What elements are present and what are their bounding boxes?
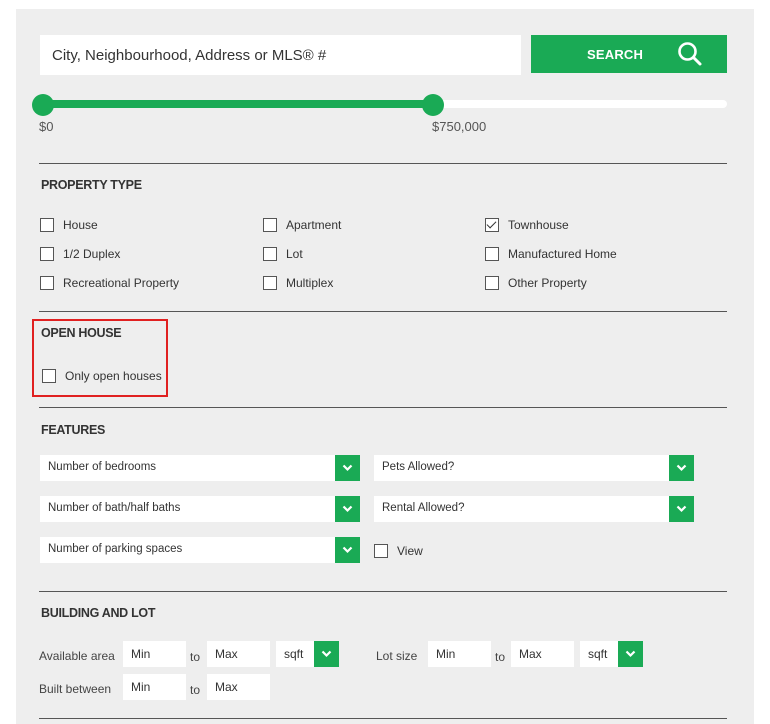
property-type-duplex[interactable]: 1/2 Duplex: [40, 247, 120, 261]
checkbox-label: Apartment: [286, 218, 342, 232]
property-type-recreational[interactable]: Recreational Property: [40, 276, 179, 290]
select-value: Number of bedrooms: [48, 461, 157, 473]
chevron-down-icon[interactable]: [335, 455, 360, 481]
chevron-down-icon[interactable]: [335, 537, 360, 563]
divider: [39, 407, 727, 408]
available-area-min-input[interactable]: [123, 641, 186, 667]
checkbox-label: 1/2 Duplex: [63, 247, 121, 261]
property-type-other[interactable]: Other Property: [485, 276, 587, 290]
checkbox[interactable]: [485, 276, 499, 290]
to-label: to: [190, 650, 201, 664]
divider: [39, 163, 727, 164]
checkbox[interactable]: [485, 218, 499, 232]
checkbox[interactable]: [263, 218, 277, 232]
property-type-townhouse[interactable]: Townhouse: [485, 218, 569, 232]
chevron-down-icon[interactable]: [669, 496, 694, 522]
checkbox[interactable]: [263, 247, 277, 261]
checkbox[interactable]: [374, 544, 388, 558]
property-type-multiplex[interactable]: Multiplex: [263, 276, 333, 290]
checkbox-label: Other Property: [508, 276, 587, 290]
chevron-down-icon[interactable]: [618, 641, 643, 667]
checkbox[interactable]: [485, 247, 499, 261]
checkbox-label: View: [397, 544, 423, 558]
built-between-min-input[interactable]: [123, 674, 186, 700]
checkbox[interactable]: [263, 276, 277, 290]
select-value: Pets Allowed?: [382, 461, 455, 473]
available-area-max-input[interactable]: [207, 641, 270, 667]
to-label: to: [495, 650, 506, 664]
building-and-lot-title: BUILDING AND LOT: [41, 606, 156, 620]
divider: [39, 311, 727, 312]
search-input[interactable]: [40, 35, 521, 75]
checkbox[interactable]: [40, 247, 54, 261]
checkbox-label: House: [63, 218, 98, 232]
price-slider-fill: [43, 100, 433, 108]
checkbox[interactable]: [40, 218, 54, 232]
built-between-max-input[interactable]: [207, 674, 270, 700]
select-value: Rental Allowed?: [382, 502, 465, 514]
chevron-down-icon[interactable]: [314, 641, 339, 667]
open-house-only-option[interactable]: Only open houses: [42, 369, 162, 383]
property-type-lot[interactable]: Lot: [263, 247, 303, 261]
price-max-label: $750,000: [432, 119, 487, 134]
chevron-down-icon[interactable]: [335, 496, 360, 522]
parking-select[interactable]: Number of parking spaces: [40, 537, 360, 563]
checkbox[interactable]: [40, 276, 54, 290]
divider: [39, 718, 727, 719]
unit-value: sqft: [284, 647, 304, 661]
unit-value: sqft: [588, 647, 608, 661]
select-value: Number of bath/half baths: [48, 502, 181, 514]
select-value: Number of parking spaces: [48, 543, 183, 555]
price-min-label: $0: [39, 119, 54, 134]
baths-select[interactable]: Number of bath/half baths: [40, 496, 360, 522]
price-slider-max-handle[interactable]: [421, 94, 444, 116]
search-button-label: SEARCH: [587, 47, 644, 62]
available-area-unit-select[interactable]: sqft: [276, 641, 339, 667]
divider: [39, 591, 727, 592]
lot-size-label: Lot size: [376, 649, 418, 663]
checkbox-label: Townhouse: [508, 218, 569, 232]
checkbox-label: Recreational Property: [63, 276, 180, 290]
checkbox[interactable]: [42, 369, 56, 383]
available-area-label: Available area: [39, 649, 115, 663]
checkbox-label: Multiplex: [286, 276, 334, 290]
chevron-down-icon[interactable]: [669, 455, 694, 481]
bedrooms-select[interactable]: Number of bedrooms: [40, 455, 360, 481]
view-option[interactable]: View: [374, 544, 423, 558]
lot-size-max-input[interactable]: [511, 641, 574, 667]
price-slider-min-handle[interactable]: [32, 94, 54, 116]
features-title: FEATURES: [41, 423, 106, 437]
property-type-title: PROPERTY TYPE: [41, 178, 142, 192]
checkbox-label: Only open houses: [65, 369, 162, 383]
checkbox-label: Manufactured Home: [508, 247, 617, 261]
pets-allowed-select[interactable]: Pets Allowed?: [374, 455, 694, 481]
search-icon: [678, 42, 702, 66]
property-type-house[interactable]: House: [40, 218, 98, 232]
to-label: to: [190, 683, 201, 697]
open-house-title: OPEN HOUSE: [41, 326, 122, 340]
property-type-apartment[interactable]: Apartment: [263, 218, 341, 232]
checkbox-label: Lot: [286, 247, 303, 261]
rental-allowed-select[interactable]: Rental Allowed?: [374, 496, 694, 522]
search-button[interactable]: SEARCH: [531, 35, 727, 73]
built-between-label: Built between: [39, 682, 112, 696]
lot-size-unit-select[interactable]: sqft: [580, 641, 643, 667]
property-type-manufactured-home[interactable]: Manufactured Home: [485, 247, 617, 261]
lot-size-min-input[interactable]: [428, 641, 491, 667]
